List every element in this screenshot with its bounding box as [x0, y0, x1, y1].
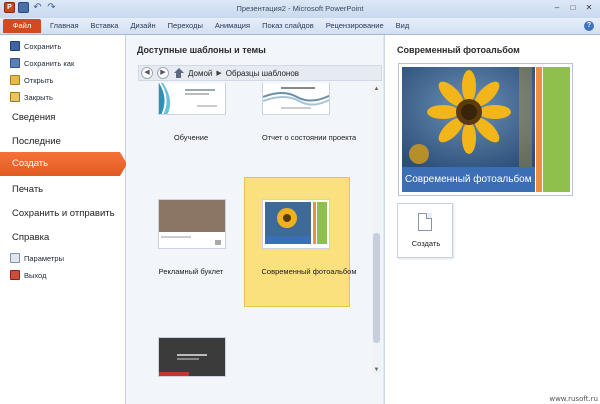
breadcrumb-home[interactable]: Домой	[188, 69, 212, 78]
nav-save-as[interactable]: Сохранить как	[10, 58, 74, 68]
nav-info[interactable]: Сведения	[12, 112, 55, 123]
nav-print[interactable]: Печать	[12, 184, 43, 195]
template-label-brochure: Рекламный буклет	[158, 267, 224, 276]
save-icon	[10, 41, 20, 51]
nav-open[interactable]: Открыть	[10, 75, 53, 85]
preview-panel: Современный фотоальбом Современный фотоа…	[384, 35, 600, 404]
template-preview: Современный фотоальбом	[398, 63, 573, 196]
nav-save-as-label: Сохранить как	[24, 58, 75, 68]
help-icon[interactable]: ?	[584, 21, 594, 31]
breadcrumb-current[interactable]: Образцы шаблонов	[226, 69, 299, 78]
tab-animations[interactable]: Анимация	[209, 18, 256, 34]
nav-save-label: Сохранить	[24, 41, 62, 51]
nav-new[interactable]: Создать	[0, 152, 127, 176]
scrollbar-thumb[interactable]	[373, 233, 380, 343]
tab-transitions[interactable]: Переходы	[162, 18, 209, 34]
template-thumb-training[interactable]	[158, 83, 226, 115]
nav-save[interactable]: Сохранить	[10, 41, 61, 51]
templates-panel: Доступные шаблоны и темы ◀ ▶ Домой ▶ Обр…	[126, 35, 383, 404]
create-button-label: Создать	[411, 239, 441, 248]
templates-panel-title: Доступные шаблоны и темы	[137, 45, 266, 55]
template-thumb-status-report[interactable]	[262, 83, 330, 115]
dark-template-thumbnail-art	[159, 338, 225, 376]
home-icon[interactable]	[173, 68, 184, 78]
save-as-icon	[10, 58, 20, 68]
options-icon	[10, 253, 20, 263]
template-label-training: Обучение	[173, 133, 209, 142]
training-thumbnail-art	[159, 83, 217, 114]
window-title: Презентация2 - Microsoft PowerPoint	[236, 4, 364, 13]
templates-grid: Обучение Отчет о состоянии проекта Рекла…	[138, 83, 374, 403]
nav-close[interactable]: Закрыть	[10, 92, 53, 102]
breadcrumb-separator-icon: ▶	[216, 70, 222, 77]
open-folder-icon	[10, 75, 20, 85]
ribbon-tabs: Главная Вставка Дизайн Переходы Анимация…	[44, 18, 415, 34]
create-button[interactable]: Создать	[397, 203, 453, 258]
template-thumb-brochure[interactable]	[158, 199, 226, 249]
forward-arrow-icon[interactable]: ▶	[157, 67, 169, 79]
window-controls: – □ ✕	[550, 2, 596, 14]
nav-open-label: Открыть	[24, 75, 54, 85]
close-folder-icon	[10, 92, 20, 102]
watermark: www.rusoft.ru	[549, 395, 598, 403]
brochure-thumbnail-art	[159, 200, 225, 245]
template-thumb-modern-album[interactable]	[262, 199, 330, 249]
tab-view[interactable]: Вид	[390, 18, 416, 34]
minimize-button[interactable]: –	[550, 2, 564, 14]
back-arrow-icon[interactable]: ◀	[141, 67, 153, 79]
status-report-thumbnail-art	[263, 87, 329, 109]
nav-options-label: Параметры	[24, 253, 64, 263]
tab-design[interactable]: Дизайн	[124, 18, 161, 34]
tab-review[interactable]: Рецензирование	[320, 18, 390, 34]
nav-close-label: Закрыть	[24, 92, 53, 102]
title-bar: P ↶ ↷ Презентация2 - Microsoft PowerPoin…	[0, 0, 600, 19]
blank-document-icon	[418, 213, 432, 231]
maximize-button[interactable]: □	[566, 2, 580, 14]
tab-insert[interactable]: Вставка	[85, 18, 125, 34]
breadcrumb: ◀ ▶ Домой ▶ Образцы шаблонов	[138, 65, 382, 81]
tab-home[interactable]: Главная	[44, 18, 85, 34]
templates-scrollbar[interactable]: ▲ ▼	[372, 85, 381, 375]
ribbon-tab-bar: Файл Главная Вставка Дизайн Переходы Ани…	[0, 18, 600, 35]
modern-album-thumbnail-art	[263, 200, 329, 248]
nav-help[interactable]: Справка	[12, 232, 49, 243]
nav-save-and-send[interactable]: Сохранить и отправить	[12, 208, 115, 219]
scroll-up-arrow-icon[interactable]: ▲	[372, 85, 381, 94]
template-label-modern-album: Современный фотоальбом	[261, 267, 357, 276]
tab-file[interactable]: Файл	[3, 19, 41, 33]
nav-recent[interactable]: Последние	[12, 136, 61, 147]
nav-exit-label: Выход	[24, 270, 47, 280]
close-button[interactable]: ✕	[582, 2, 596, 14]
tab-slideshow[interactable]: Показ слайдов	[256, 18, 320, 34]
scroll-down-arrow-icon[interactable]: ▼	[372, 366, 381, 375]
backstage-nav: Сохранить Сохранить как Открыть Закрыть …	[0, 35, 127, 404]
nav-exit[interactable]: Выход	[10, 270, 46, 280]
template-thumb-dark[interactable]	[158, 337, 226, 377]
preview-banner-text: Современный фотоальбом	[405, 174, 532, 185]
preview-title: Современный фотоальбом	[397, 45, 520, 55]
exit-icon	[10, 270, 20, 280]
nav-options[interactable]: Параметры	[10, 253, 64, 263]
template-label-status-report: Отчет о состоянии проекта	[261, 133, 357, 142]
